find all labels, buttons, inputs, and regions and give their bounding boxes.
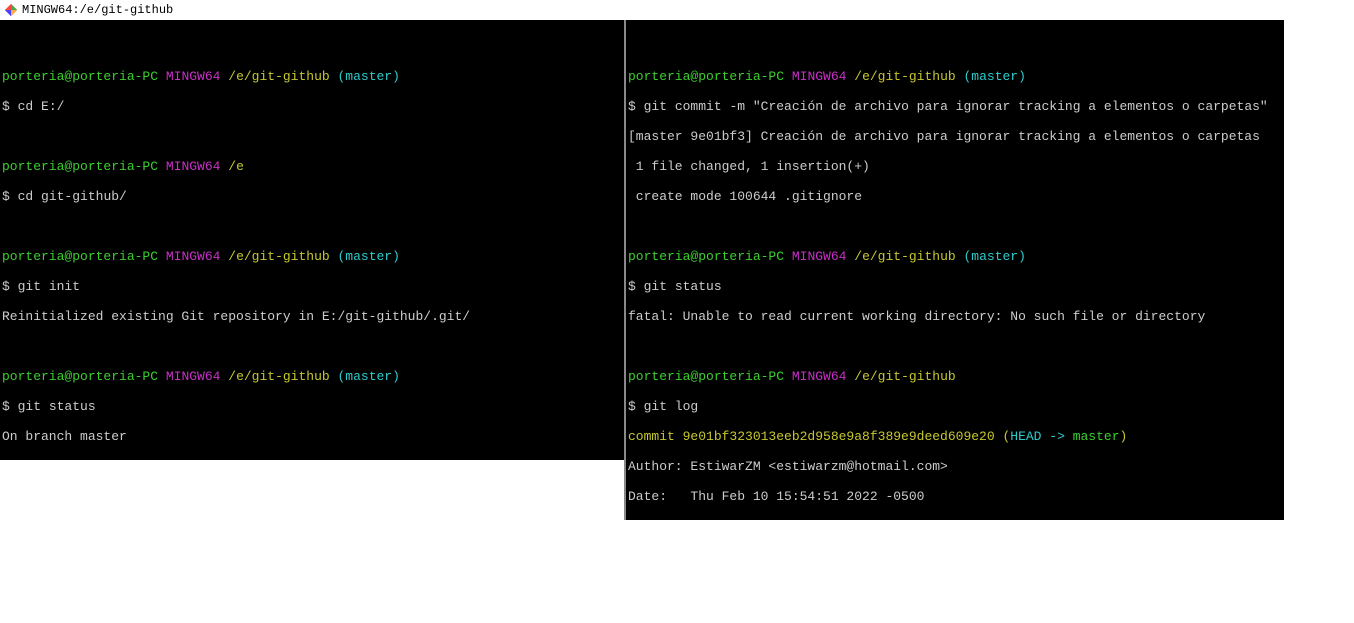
command-line: $ git status bbox=[628, 279, 1282, 294]
prompt-line: porteria@porteria-PC MINGW64 /e/git-gith… bbox=[628, 369, 1282, 384]
terminal-right[interactable]: porteria@porteria-PC MINGW64 /e/git-gith… bbox=[624, 20, 1284, 520]
command-line: $ cd E:/ bbox=[2, 99, 622, 114]
command-line: $ git status bbox=[2, 399, 622, 414]
terminal-line bbox=[628, 339, 1282, 354]
terminal-line bbox=[2, 129, 622, 144]
command-line: $ cd git-github/ bbox=[2, 189, 622, 204]
title-bar-text: MINGW64:/e/git-github bbox=[22, 3, 173, 17]
prompt-line: porteria@porteria-PC MINGW64 /e/git-gith… bbox=[628, 249, 1282, 264]
mingw-icon bbox=[4, 3, 18, 17]
command-line: $ git init bbox=[2, 279, 622, 294]
output-line: On branch master bbox=[2, 429, 622, 444]
terminal-left[interactable]: porteria@porteria-PC MINGW64 /e/git-gith… bbox=[0, 20, 624, 460]
terminal-line bbox=[628, 219, 1282, 234]
terminal-line bbox=[2, 39, 622, 54]
terminal-line bbox=[2, 219, 622, 234]
output-line: Reinitialized existing Git repository in… bbox=[2, 309, 622, 324]
prompt-line: porteria@porteria-PC MINGW64 /e/git-gith… bbox=[2, 69, 622, 84]
terminal-line bbox=[2, 339, 622, 354]
prompt-line: porteria@porteria-PC MINGW64 /e bbox=[2, 159, 622, 174]
terminal-panes: porteria@porteria-PC MINGW64 /e/git-gith… bbox=[0, 20, 1354, 520]
command-line: $ git commit -m "Creación de archivo par… bbox=[628, 99, 1282, 114]
output-line: Date: Thu Feb 10 15:54:51 2022 -0500 bbox=[628, 489, 1282, 504]
output-line: Untracked files: bbox=[2, 459, 622, 460]
prompt-line: porteria@porteria-PC MINGW64 /e/git-gith… bbox=[2, 369, 622, 384]
output-line: create mode 100644 .gitignore bbox=[628, 189, 1282, 204]
commit-line: commit 9e01bf323013eeb2d958e9a8f389e9dee… bbox=[628, 429, 1282, 444]
prompt-line: porteria@porteria-PC MINGW64 /e/git-gith… bbox=[628, 69, 1282, 84]
prompt-line: porteria@porteria-PC MINGW64 /e/git-gith… bbox=[2, 249, 622, 264]
output-line: Author: EstiwarZM <estiwarzm@hotmail.com… bbox=[628, 459, 1282, 474]
output-line: [master 9e01bf3] Creación de archivo par… bbox=[628, 129, 1282, 144]
command-line: $ git log bbox=[628, 399, 1282, 414]
output-line: fatal: Unable to read current working di… bbox=[628, 309, 1282, 324]
terminal-line bbox=[628, 39, 1282, 54]
terminal-line bbox=[628, 519, 1282, 520]
title-bar: MINGW64:/e/git-github bbox=[0, 0, 1354, 20]
output-line: 1 file changed, 1 insertion(+) bbox=[628, 159, 1282, 174]
